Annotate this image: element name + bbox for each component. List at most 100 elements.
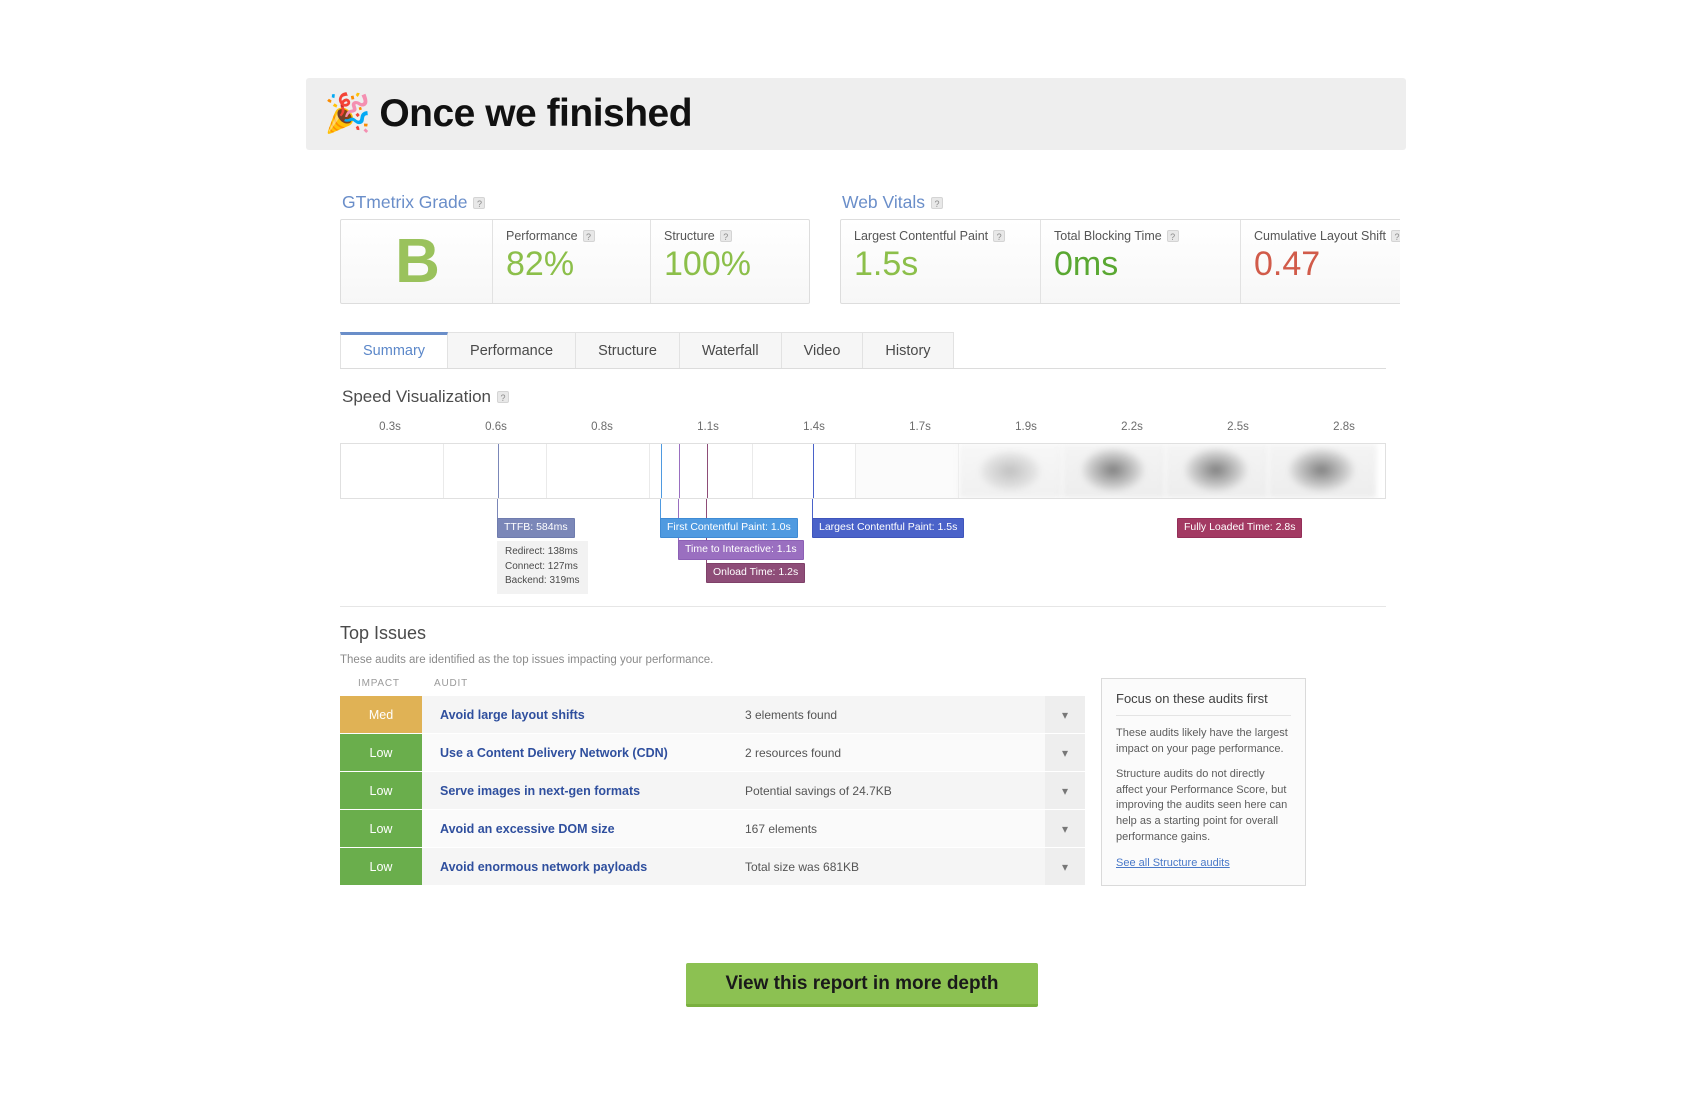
scores-row: GTmetrix Grade ? B Performance ? 82% Str…: [340, 186, 1400, 304]
audit-detail: 2 resources found: [745, 745, 842, 760]
tab-waterfall[interactable]: Waterfall: [679, 332, 782, 368]
tick-1: 0.6s: [485, 421, 507, 433]
help-icon[interactable]: ?: [1391, 230, 1400, 242]
page-header-banner: 🎉 Once we finished: [306, 78, 1406, 150]
chevron-down-icon[interactable]: ▾: [1045, 810, 1085, 847]
metric-structure-text: Structure: [664, 229, 715, 243]
help-icon[interactable]: ?: [993, 230, 1006, 242]
audit-name-link[interactable]: Avoid enormous network payloads: [422, 848, 745, 885]
filmstrip-frame: [1165, 444, 1268, 498]
ttfb-breakdown: Redirect: 138ms Connect: 127ms Backend: …: [497, 541, 588, 594]
metric-lcp-label: Largest Contentful Paint ?: [854, 229, 1040, 243]
event-line-tti: [679, 444, 680, 498]
focus-panel-paragraph-2: Structure audits do not directly affect …: [1116, 768, 1288, 843]
help-icon[interactable]: ?: [1166, 230, 1179, 242]
speed-visualization-label: Speed Visualization: [342, 387, 492, 406]
chevron-down-icon[interactable]: ▾: [1045, 848, 1085, 885]
event-line-ttfb: [498, 444, 499, 498]
marker-fully-loaded-time[interactable]: Fully Loaded Time: 2.8s: [1177, 518, 1303, 539]
metric-tbt: Total Blocking Time ? 0ms: [1041, 220, 1241, 303]
tab-performance[interactable]: Performance: [448, 332, 577, 368]
tab-video[interactable]: Video: [781, 332, 864, 368]
metric-lcp: Largest Contentful Paint ? 1.5s: [841, 220, 1041, 303]
help-icon[interactable]: ?: [473, 196, 486, 209]
filmstrip-frame: [547, 444, 650, 498]
impact-badge: Low: [340, 772, 422, 809]
audit-name-link[interactable]: Avoid large layout shifts: [422, 696, 745, 733]
metric-performance-label: Performance ?: [506, 229, 650, 243]
table-row[interactable]: Low Use a Content Delivery Network (CDN)…: [340, 734, 1085, 772]
metric-cls: Cumulative Layout Shift ? 0.47: [1241, 220, 1400, 303]
marker-ttfb[interactable]: TTFB: 584ms: [497, 518, 575, 539]
tick-3: 1.1s: [697, 421, 719, 433]
table-row[interactable]: Low Avoid enormous network payloads Tota…: [340, 848, 1085, 886]
metric-tbt-label: Total Blocking Time ?: [1054, 229, 1240, 243]
impact-badge: Med: [340, 696, 422, 733]
metric-lcp-value: 1.5s: [854, 245, 919, 283]
chevron-down-icon[interactable]: ▾: [1045, 734, 1085, 771]
see-all-structure-audits-link[interactable]: See all Structure audits: [1116, 857, 1230, 869]
impact-badge: Low: [340, 848, 422, 885]
table-row[interactable]: Low Serve images in next-gen formats Pot…: [340, 772, 1085, 810]
top-issues-subtitle: These audits are identified as the top i…: [340, 654, 714, 666]
audit-name-link[interactable]: Serve images in next-gen formats: [422, 772, 745, 809]
report-page: 🎉 Once we finished GTmetrix Grade ? B Pe…: [0, 0, 1700, 1100]
metric-performance: Performance ? 82%: [493, 220, 651, 303]
tick-4: 1.4s: [803, 421, 825, 433]
gtmetrix-grade-title: GTmetrix Grade ?: [342, 192, 810, 213]
marker-largest-contentful-paint[interactable]: Largest Contentful Paint: 1.5s: [812, 518, 965, 539]
gtmetrix-report-embed: GTmetrix Grade ? B Performance ? 82% Str…: [318, 186, 1400, 946]
report-tabs: Summary Performance Structure Waterfall …: [340, 332, 1386, 369]
audit-name-link[interactable]: Avoid an excessive DOM size: [422, 810, 745, 847]
filmstrip-frame: [959, 444, 1062, 498]
timeline-ticks: 0.3s 0.6s 0.8s 1.1s 1.4s 1.7s 1.9s 2.2s …: [340, 421, 1386, 439]
top-issues-area: IMPACT AUDIT Med Avoid large layout shif…: [340, 678, 1386, 887]
filmstrip-frame: [856, 444, 959, 498]
help-icon[interactable]: ?: [931, 196, 944, 209]
marker-first-contentful-paint[interactable]: First Contentful Paint: 1.0s: [660, 518, 798, 539]
column-header-audit: AUDIT: [434, 678, 468, 689]
metric-cls-label: Cumulative Layout Shift ?: [1254, 229, 1400, 243]
help-icon[interactable]: ?: [582, 230, 595, 242]
audit-detail: 3 elements found: [745, 707, 838, 722]
metric-structure-value: 100%: [664, 245, 751, 283]
ttfb-redirect: Redirect: 138ms: [505, 546, 578, 557]
tick-6: 1.9s: [1015, 421, 1037, 433]
party-popper-emoji: 🎉: [324, 93, 372, 135]
audit-detail: Total size was 681KB: [745, 859, 860, 874]
tab-structure[interactable]: Structure: [576, 332, 680, 368]
event-line-onload: [707, 444, 708, 498]
table-row[interactable]: Med Avoid large layout shifts 3 elements…: [340, 696, 1085, 734]
filmstrip: [340, 443, 1386, 499]
marker-time-to-interactive[interactable]: Time to Interactive: 1.1s: [678, 540, 804, 561]
tick-0: 0.3s: [379, 421, 401, 433]
tick-2: 0.8s: [591, 421, 613, 433]
metric-structure: Structure ? 100%: [651, 220, 809, 303]
audit-detail: Potential savings of 24.7KB: [745, 783, 892, 798]
top-issues-title: Top Issues: [340, 623, 427, 643]
chevron-down-icon[interactable]: ▾: [1045, 772, 1085, 809]
column-header-impact: IMPACT: [358, 678, 400, 689]
web-vitals-box: Largest Contentful Paint ? 1.5s Total Bl…: [840, 219, 1400, 304]
top-issues-table: IMPACT AUDIT Med Avoid large layout shif…: [340, 678, 1085, 886]
metric-cls-value: 0.47: [1254, 245, 1321, 283]
audit-name-link[interactable]: Use a Content Delivery Network (CDN): [422, 734, 745, 771]
page-title: Once we finished: [379, 92, 693, 135]
marker-onload-time[interactable]: Onload Time: 1.2s: [706, 563, 806, 584]
web-vitals-title: Web Vitals ?: [842, 192, 1400, 213]
grade-cell: B: [341, 220, 493, 303]
focus-panel-paragraph-1: These audits likely have the largest imp…: [1116, 727, 1288, 755]
help-icon[interactable]: ?: [719, 230, 732, 242]
metric-structure-label: Structure ?: [664, 229, 809, 243]
view-report-button[interactable]: View this report in more depth: [686, 963, 1038, 1007]
gtmetrix-grade-group: GTmetrix Grade ? B Performance ? 82% Str…: [340, 192, 810, 304]
gtmetrix-grade-label: GTmetrix Grade: [342, 192, 468, 212]
audit-detail: 167 elements: [745, 821, 818, 836]
event-line-lcp: [813, 444, 814, 498]
help-icon[interactable]: ?: [497, 391, 510, 403]
chevron-down-icon[interactable]: ▾: [1045, 696, 1085, 733]
tab-history[interactable]: History: [863, 332, 954, 368]
filmstrip-frame: [1062, 444, 1165, 498]
table-row[interactable]: Low Avoid an excessive DOM size 167 elem…: [340, 810, 1085, 848]
tab-summary[interactable]: Summary: [340, 332, 449, 368]
